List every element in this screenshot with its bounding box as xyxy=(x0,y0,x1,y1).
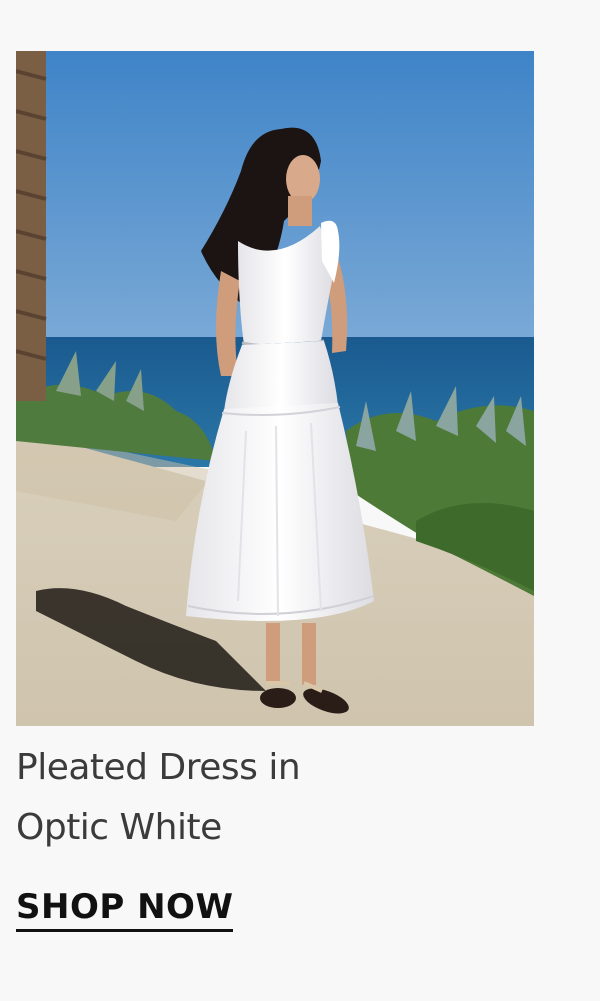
product-title-line-2: Optic White xyxy=(16,807,222,848)
product-title-line-1: Pleated Dress in xyxy=(16,747,301,788)
product-image[interactable] xyxy=(16,51,534,726)
shop-now-link[interactable]: SHOP NOW xyxy=(16,885,234,932)
product-title: Pleated Dress in Optic White xyxy=(16,738,536,858)
promo-card: Pleated Dress in Optic White SHOP NOW xyxy=(0,0,600,1001)
